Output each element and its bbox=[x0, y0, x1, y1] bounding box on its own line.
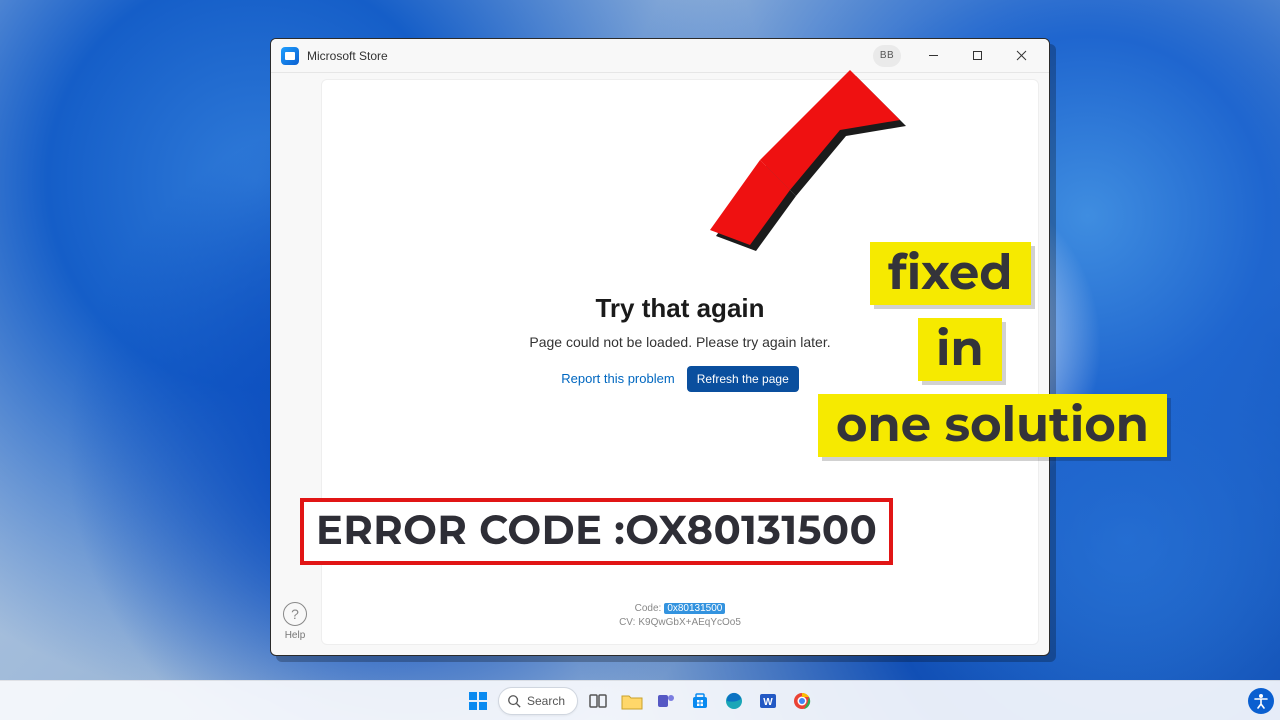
code-value[interactable]: 0x80131500 bbox=[664, 603, 725, 614]
error-code-caption: ERROR CODE :OX80131500 bbox=[300, 498, 893, 565]
microsoft-store-icon bbox=[281, 47, 299, 65]
maximize-button[interactable] bbox=[955, 41, 999, 71]
taskbar[interactable]: Search W bbox=[0, 680, 1280, 720]
cv-label: CV: bbox=[619, 617, 635, 628]
file-explorer-icon[interactable] bbox=[618, 687, 646, 715]
error-block: Try that again Page could not be loaded.… bbox=[529, 293, 830, 392]
window-controls bbox=[911, 41, 1043, 71]
refresh-page-button[interactable]: Refresh the page bbox=[687, 366, 799, 392]
sidebar: ? Help bbox=[271, 73, 319, 655]
error-title: Try that again bbox=[595, 293, 764, 324]
help-icon[interactable]: ? bbox=[283, 602, 307, 626]
taskbar-search-label: Search bbox=[527, 694, 565, 708]
start-button[interactable] bbox=[464, 687, 492, 715]
microsoft-store-taskbar-icon[interactable] bbox=[686, 687, 714, 715]
task-view-icon[interactable] bbox=[584, 687, 612, 715]
overlay-line-1: fixed bbox=[870, 242, 1031, 305]
minimize-button[interactable] bbox=[911, 41, 955, 71]
close-button[interactable] bbox=[999, 41, 1043, 71]
cv-value: K9QwGbX+AEqYcOo5 bbox=[638, 617, 741, 628]
accessibility-icon[interactable] bbox=[1248, 688, 1274, 714]
word-icon[interactable]: W bbox=[754, 687, 782, 715]
report-problem-link[interactable]: Report this problem bbox=[561, 371, 674, 386]
teams-icon[interactable] bbox=[652, 687, 680, 715]
code-label: Code: bbox=[635, 603, 662, 614]
chrome-icon[interactable] bbox=[788, 687, 816, 715]
window-title: Microsoft Store bbox=[307, 49, 388, 63]
overlay-line-2: in bbox=[918, 318, 1002, 381]
desktop: Microsoft Store BB ? Help bbox=[0, 0, 1280, 720]
search-icon bbox=[507, 694, 521, 708]
help-label: Help bbox=[285, 630, 306, 641]
overlay-line-3: one solution bbox=[818, 394, 1167, 457]
error-subtitle: Page could not be loaded. Please try aga… bbox=[529, 334, 830, 350]
titlebar[interactable]: Microsoft Store BB bbox=[271, 39, 1049, 73]
error-code-block: Code: 0x80131500 CV: K9QwGbX+AEqYcOo5 bbox=[322, 603, 1038, 628]
svg-text:W: W bbox=[763, 697, 773, 708]
taskbar-search[interactable]: Search bbox=[498, 687, 578, 715]
edge-icon[interactable] bbox=[720, 687, 748, 715]
user-initials-badge[interactable]: BB bbox=[873, 45, 901, 67]
